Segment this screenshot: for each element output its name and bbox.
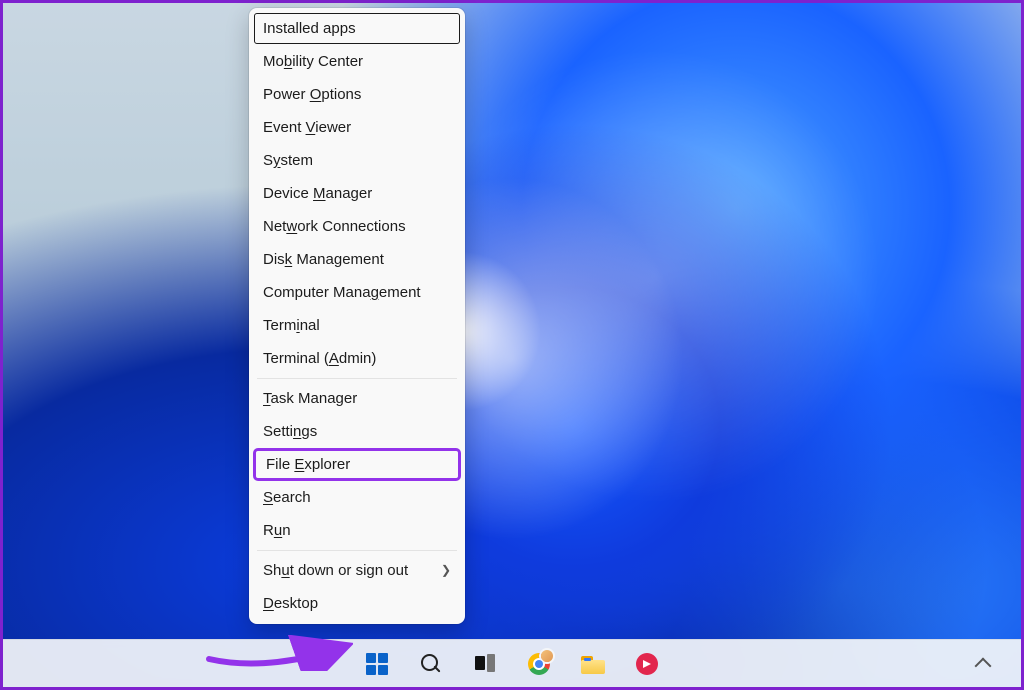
taskbar-center	[357, 644, 667, 684]
menu-item-label: Power Options	[263, 84, 361, 105]
menu-item-network-connections[interactable]: Network Connections	[249, 210, 465, 243]
menu-item-label: Search	[263, 487, 311, 508]
task-view-button[interactable]	[465, 644, 505, 684]
menu-item-label: Terminal	[263, 315, 320, 336]
taskbar-app-file-explorer[interactable]	[573, 644, 613, 684]
menu-item-computer-management[interactable]: Computer Management	[249, 276, 465, 309]
menu-separator	[257, 550, 457, 551]
chevron-up-icon	[975, 657, 992, 674]
menu-item-file-explorer[interactable]: File Explorer	[253, 448, 461, 481]
taskbar	[3, 639, 1021, 687]
menu-item-installed-apps[interactable]: Installed apps	[253, 12, 461, 45]
tray-overflow-button[interactable]	[963, 644, 1003, 684]
menu-item-label: Terminal (Admin)	[263, 348, 376, 369]
menu-item-label: Settings	[263, 421, 317, 442]
menu-item-label: Device Manager	[263, 183, 372, 204]
taskbar-app-chrome[interactable]	[519, 644, 559, 684]
menu-item-label: System	[263, 150, 313, 171]
windows-logo-icon	[366, 653, 388, 675]
menu-item-disk-management[interactable]: Disk Management	[249, 243, 465, 276]
start-button[interactable]	[357, 644, 397, 684]
menu-item-terminal-admin[interactable]: Terminal (Admin)	[249, 342, 465, 375]
menu-item-task-manager[interactable]: Task Manager	[249, 382, 465, 415]
menu-item-label: Task Manager	[263, 388, 357, 409]
desktop-wallpaper	[3, 3, 1021, 687]
menu-item-search[interactable]: Search	[249, 481, 465, 514]
taskbar-app-5[interactable]	[627, 644, 667, 684]
menu-item-settings[interactable]: Settings	[249, 415, 465, 448]
task-view-icon	[475, 654, 495, 674]
folder-icon	[581, 654, 605, 674]
menu-item-system[interactable]: System	[249, 144, 465, 177]
menu-item-event-viewer[interactable]: Event Viewer	[249, 111, 465, 144]
menu-item-label: Desktop	[263, 593, 318, 614]
chevron-right-icon: ❯	[441, 562, 451, 579]
red-app-icon	[636, 653, 658, 675]
menu-item-label: Network Connections	[263, 216, 406, 237]
menu-item-mobility-center[interactable]: Mobility Center	[249, 45, 465, 78]
search-button[interactable]	[411, 644, 451, 684]
winx-context-menu: Installed apps Mobility Center Power Optio…	[249, 8, 465, 624]
menu-item-label: Run	[263, 520, 291, 541]
menu-separator	[257, 378, 457, 379]
menu-item-label: Computer Management	[263, 282, 421, 303]
menu-item-label: File Explorer	[266, 454, 350, 475]
profile-badge-icon	[541, 650, 553, 662]
menu-item-run[interactable]: Run	[249, 514, 465, 547]
menu-item-terminal[interactable]: Terminal	[249, 309, 465, 342]
menu-item-label: Disk Management	[263, 249, 384, 270]
menu-item-shut-down[interactable]: Shut down or sign out ❯	[249, 554, 465, 587]
search-icon	[421, 654, 441, 674]
menu-item-label: Shut down or sign out	[263, 560, 408, 581]
menu-item-label: Event Viewer	[263, 117, 351, 138]
menu-item-label: Installed apps	[263, 18, 356, 39]
menu-item-power-options[interactable]: Power Options	[249, 78, 465, 111]
menu-item-device-manager[interactable]: Device Manager	[249, 177, 465, 210]
menu-item-desktop[interactable]: Desktop	[249, 587, 465, 620]
chrome-icon	[528, 653, 550, 675]
taskbar-tray	[963, 640, 1003, 687]
menu-item-label: Mobility Center	[263, 51, 363, 72]
